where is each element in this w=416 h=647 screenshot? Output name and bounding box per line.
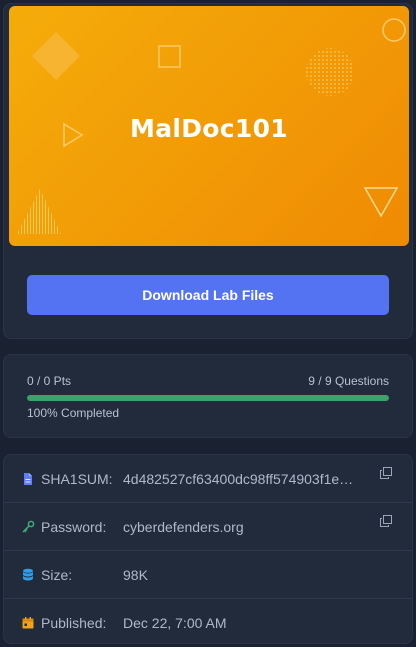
diamond-shape: [32, 32, 80, 80]
size-value: 98K: [123, 567, 148, 583]
square-shape: [158, 45, 181, 68]
sha1-label: SHA1SUM:: [41, 471, 113, 487]
detail-row-published: Published: Dec 22, 7:00 AM: [4, 599, 412, 647]
file-icon: [24, 473, 32, 485]
published-value: Dec 22, 7:00 AM: [123, 615, 227, 631]
lab-banner: MalDoc101: [9, 6, 409, 246]
dotted-circle-shape: [306, 48, 354, 96]
detail-row-size: Size: 98K: [4, 551, 412, 599]
detail-row-sha1: SHA1SUM: 4d482527cf63400dc98ff574903f1e…: [4, 455, 412, 503]
database-icon: [23, 568, 33, 581]
questions-count: 9 / 9 Questions: [308, 374, 389, 388]
striped-triangle-shape: [17, 189, 61, 234]
download-lab-files-button[interactable]: Download Lab Files: [27, 275, 389, 315]
completion-text: 100% Completed: [27, 406, 120, 420]
copy-password-icon[interactable]: [380, 515, 392, 527]
lab-details-card: SHA1SUM: 4d482527cf63400dc98ff574903f1e……: [3, 454, 413, 644]
copy-sha1-icon[interactable]: [380, 467, 392, 479]
password-value: cyberdefenders.org: [123, 519, 244, 535]
sha1-value: 4d482527cf63400dc98ff574903f1e…: [123, 471, 354, 487]
lab-title: MalDoc101: [130, 114, 288, 143]
password-label: Password:: [41, 519, 107, 535]
calendar-icon: [22, 617, 34, 629]
lab-header-card: MalDoc101 Download Lab Files: [3, 3, 413, 339]
key-icon: [22, 520, 35, 533]
points-text: 0 / 0 Pts: [27, 374, 72, 388]
size-label: Size:: [41, 567, 73, 583]
progress-card: 0 / 0 Pts 9 / 9 Questions 100% Completed: [3, 354, 413, 438]
published-label: Published:: [41, 615, 107, 631]
detail-row-password: Password: cyberdefenders.org: [4, 503, 412, 551]
triangle-down-shape: [363, 187, 399, 218]
progress-bar-fill: [27, 395, 389, 401]
progress-bar: [27, 395, 389, 401]
circle-outline-shape: [382, 18, 406, 42]
